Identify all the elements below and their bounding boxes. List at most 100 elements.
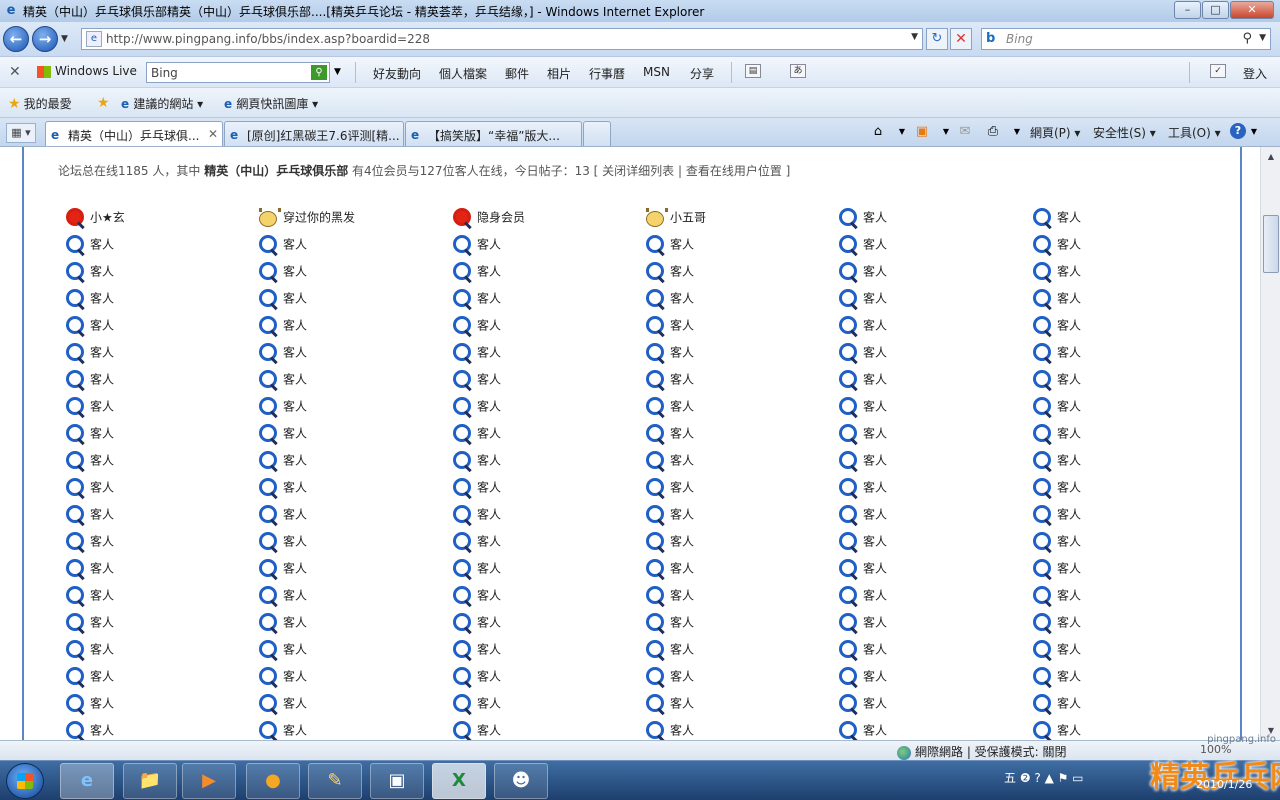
- online-user[interactable]: 客人: [451, 423, 501, 445]
- online-user[interactable]: 客人: [837, 315, 887, 337]
- user-name[interactable]: 客人: [863, 508, 887, 522]
- user-name[interactable]: 客人: [90, 319, 114, 333]
- wl-search-go-icon[interactable]: ⚲: [311, 65, 327, 80]
- online-user[interactable]: 客人: [257, 504, 307, 526]
- user-name[interactable]: 客人: [670, 292, 694, 306]
- online-user[interactable]: 客人: [1031, 342, 1081, 364]
- user-name[interactable]: 客人: [477, 535, 501, 549]
- user-name[interactable]: 客人: [477, 292, 501, 306]
- online-user[interactable]: 客人: [451, 396, 501, 418]
- page-menu[interactable]: 網頁(P) ▾: [1030, 124, 1080, 141]
- user-name[interactable]: 客人: [90, 346, 114, 360]
- online-user[interactable]: 客人: [837, 531, 887, 553]
- user-name[interactable]: 客人: [90, 697, 114, 711]
- user-name[interactable]: 客人: [863, 238, 887, 252]
- user-name[interactable]: 穿过你的黑发: [283, 211, 355, 225]
- online-user[interactable]: 客人: [257, 234, 307, 256]
- online-user[interactable]: 客人: [257, 342, 307, 364]
- wl-search-input[interactable]: Bing ⚲: [146, 62, 330, 83]
- close-button[interactable]: ✕: [1230, 1, 1274, 19]
- quick-tabs-button[interactable]: ▦ ▾: [6, 123, 36, 143]
- online-user[interactable]: 客人: [1031, 450, 1081, 472]
- online-user[interactable]: 客人: [64, 423, 114, 445]
- online-user[interactable]: 客人: [644, 558, 694, 580]
- online-user[interactable]: 客人: [451, 504, 501, 526]
- user-name[interactable]: 客人: [670, 643, 694, 657]
- online-user[interactable]: 客人: [837, 612, 887, 634]
- user-name[interactable]: 客人: [863, 373, 887, 387]
- user-name[interactable]: 小★玄: [90, 211, 125, 225]
- user-name[interactable]: 客人: [477, 508, 501, 522]
- user-name[interactable]: 客人: [90, 373, 114, 387]
- user-name[interactable]: 客人: [283, 319, 307, 333]
- start-button[interactable]: [6, 763, 44, 799]
- taskbar-ie-icon[interactable]: e: [60, 763, 114, 799]
- user-name[interactable]: 客人: [283, 481, 307, 495]
- online-user[interactable]: 客人: [257, 369, 307, 391]
- user-name[interactable]: 小五哥: [670, 211, 706, 225]
- user-name[interactable]: 客人: [863, 643, 887, 657]
- user-name[interactable]: 客人: [90, 292, 114, 306]
- user-name[interactable]: 客人: [477, 481, 501, 495]
- user-name[interactable]: 客人: [90, 589, 114, 603]
- online-user[interactable]: 客人: [64, 504, 114, 526]
- translate-icon[interactable]: あ: [790, 64, 806, 78]
- user-name[interactable]: 客人: [90, 535, 114, 549]
- zoom-level[interactable]: 100%: [1200, 743, 1231, 756]
- user-name[interactable]: 客人: [670, 454, 694, 468]
- user-name[interactable]: 客人: [477, 643, 501, 657]
- help-icon[interactable]: ?: [1230, 123, 1246, 139]
- user-name[interactable]: 客人: [670, 481, 694, 495]
- maximize-button[interactable]: □: [1202, 1, 1229, 19]
- user-name[interactable]: 客人: [1057, 400, 1081, 414]
- taskbar-excel-icon[interactable]: X: [432, 763, 486, 799]
- user-name[interactable]: 客人: [1057, 670, 1081, 684]
- user-name[interactable]: 客人: [670, 697, 694, 711]
- online-user[interactable]: 客人: [1031, 531, 1081, 553]
- user-name[interactable]: 客人: [477, 238, 501, 252]
- user-name[interactable]: 客人: [477, 589, 501, 603]
- address-dropdown-icon[interactable]: ▼: [911, 32, 918, 42]
- online-user[interactable]: 客人: [64, 531, 114, 553]
- user-name[interactable]: 客人: [1057, 373, 1081, 387]
- user-name[interactable]: 客人: [863, 697, 887, 711]
- user-name[interactable]: 客人: [90, 508, 114, 522]
- online-user[interactable]: 客人: [64, 639, 114, 661]
- user-name[interactable]: 客人: [90, 238, 114, 252]
- tab-1[interactable]: e 精英（中山）乒乓球俱... ✕: [45, 121, 223, 147]
- close-toolbar-icon[interactable]: ✕: [9, 64, 21, 80]
- tab-3[interactable]: e 【搞笑版】“幸福”版大...: [405, 121, 582, 147]
- online-user[interactable]: 客人: [64, 612, 114, 634]
- online-user[interactable]: 客人: [644, 450, 694, 472]
- user-name[interactable]: 客人: [863, 400, 887, 414]
- online-user[interactable]: 小★玄: [64, 207, 125, 229]
- mail-icon[interactable]: ✉: [956, 123, 974, 140]
- user-name[interactable]: 客人: [283, 346, 307, 360]
- online-user[interactable]: 客人: [644, 504, 694, 526]
- print-icon[interactable]: ⎙: [984, 123, 1002, 140]
- user-name[interactable]: 客人: [90, 265, 114, 279]
- user-name[interactable]: 客人: [1057, 481, 1081, 495]
- user-name[interactable]: 隐身会员: [477, 211, 525, 225]
- forward-button[interactable]: →: [32, 26, 58, 52]
- search-options-icon[interactable]: ▼: [1259, 33, 1266, 43]
- online-user[interactable]: 客人: [257, 396, 307, 418]
- online-user[interactable]: 客人: [64, 342, 114, 364]
- user-name[interactable]: 客人: [863, 724, 887, 738]
- online-user[interactable]: 客人: [644, 396, 694, 418]
- online-user[interactable]: 小五哥: [644, 207, 706, 229]
- online-user[interactable]: 穿过你的黑发: [257, 207, 355, 229]
- user-name[interactable]: 客人: [863, 427, 887, 441]
- online-user[interactable]: 隐身会员: [451, 207, 525, 229]
- safety-menu[interactable]: 安全性(S) ▾: [1093, 124, 1156, 141]
- online-user[interactable]: 客人: [837, 369, 887, 391]
- online-user[interactable]: 客人: [1031, 315, 1081, 337]
- user-name[interactable]: 客人: [283, 400, 307, 414]
- user-name[interactable]: 客人: [863, 535, 887, 549]
- user-name[interactable]: 客人: [283, 508, 307, 522]
- web-slice-gallery-link[interactable]: e 網頁快訊圖庫 ▾: [224, 95, 318, 112]
- user-name[interactable]: 客人: [477, 562, 501, 576]
- online-user[interactable]: 客人: [1031, 369, 1081, 391]
- feeds-icon[interactable]: ▣: [913, 123, 931, 140]
- online-user[interactable]: 客人: [451, 612, 501, 634]
